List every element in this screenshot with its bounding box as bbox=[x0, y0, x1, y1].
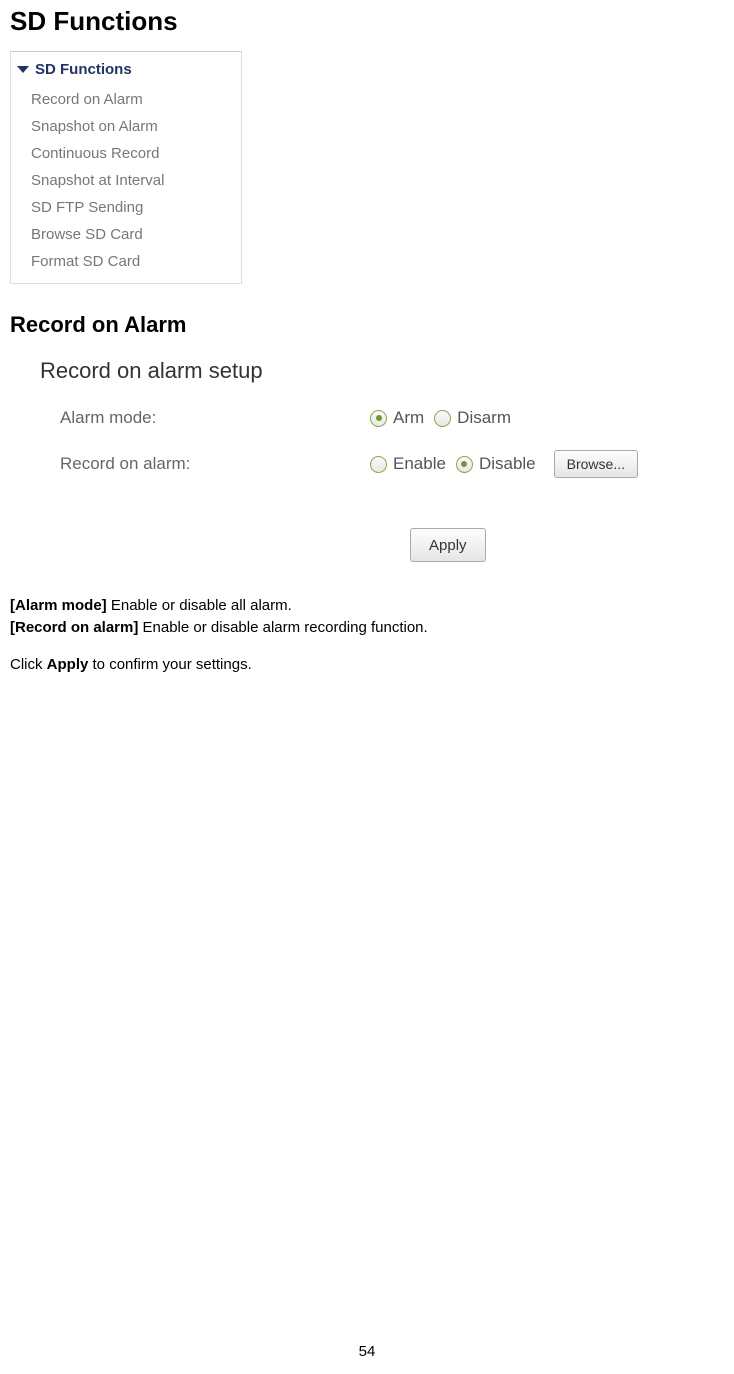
record-on-alarm-disable-option[interactable]: Disable bbox=[456, 454, 536, 474]
desc-line-apply: Click Apply to confirm your settings. bbox=[10, 655, 724, 675]
menu-header-label: SD Functions bbox=[35, 61, 132, 78]
desc-text-alarm-mode: Enable or disable all alarm. bbox=[107, 597, 292, 614]
radio-selected-icon bbox=[456, 456, 473, 473]
desc-line-record-on-alarm: [Record on alarm] Enable or disable alar… bbox=[10, 618, 724, 638]
arm-label: Arm bbox=[393, 408, 424, 428]
page-number: 54 bbox=[359, 1343, 376, 1360]
menu-item-browse-sd-card[interactable]: Browse SD Card bbox=[11, 221, 241, 248]
apply-button[interactable]: Apply bbox=[410, 528, 486, 562]
record-on-alarm-enable-option[interactable]: Enable bbox=[370, 454, 446, 474]
radio-unselected-icon bbox=[370, 456, 387, 473]
section-title: Record on Alarm bbox=[10, 312, 724, 338]
alarm-mode-label: Alarm mode: bbox=[40, 408, 370, 428]
alarm-mode-disarm-option[interactable]: Disarm bbox=[434, 408, 511, 428]
desc-bold-record-on-alarm: [Record on alarm] bbox=[10, 619, 138, 636]
menu-item-snapshot-at-interval[interactable]: Snapshot at Interval bbox=[11, 167, 241, 194]
disable-label: Disable bbox=[479, 454, 536, 474]
menu-item-snapshot-on-alarm[interactable]: Snapshot on Alarm bbox=[11, 113, 241, 140]
radio-unselected-icon bbox=[434, 410, 451, 427]
menu-item-continuous-record[interactable]: Continuous Record bbox=[11, 140, 241, 167]
menu-item-format-sd-card[interactable]: Format SD Card bbox=[11, 248, 241, 275]
sd-functions-menu: SD Functions Record on Alarm Snapshot on… bbox=[10, 51, 242, 284]
desc-pre-apply: Click bbox=[10, 656, 47, 673]
enable-label: Enable bbox=[393, 454, 446, 474]
desc-text-record-on-alarm: Enable or disable alarm recording functi… bbox=[138, 619, 427, 636]
desc-line-alarm-mode: [Alarm mode] Enable or disable all alarm… bbox=[10, 596, 724, 616]
alarm-mode-arm-option[interactable]: Arm bbox=[370, 408, 424, 428]
radio-selected-icon bbox=[370, 410, 387, 427]
menu-header[interactable]: SD Functions bbox=[11, 51, 241, 86]
desc-post-apply: to confirm your settings. bbox=[88, 656, 251, 673]
menu-item-sd-ftp-sending[interactable]: SD FTP Sending bbox=[11, 194, 241, 221]
record-on-alarm-row: Record on alarm: Enable Disable Browse..… bbox=[40, 450, 724, 478]
desc-bold-apply: Apply bbox=[47, 656, 89, 673]
page-title: SD Functions bbox=[10, 6, 724, 37]
record-on-alarm-setup-panel: Record on alarm setup Alarm mode: Arm Di… bbox=[10, 352, 724, 562]
setup-title: Record on alarm setup bbox=[40, 358, 724, 384]
collapse-icon bbox=[17, 66, 29, 73]
desc-bold-alarm-mode: [Alarm mode] bbox=[10, 597, 107, 614]
alarm-mode-row: Alarm mode: Arm Disarm bbox=[40, 408, 724, 428]
browse-button[interactable]: Browse... bbox=[554, 450, 638, 478]
description-block: [Alarm mode] Enable or disable all alarm… bbox=[10, 596, 724, 675]
record-on-alarm-label: Record on alarm: bbox=[40, 454, 370, 474]
disarm-label: Disarm bbox=[457, 408, 511, 428]
menu-item-record-on-alarm[interactable]: Record on Alarm bbox=[11, 86, 241, 113]
